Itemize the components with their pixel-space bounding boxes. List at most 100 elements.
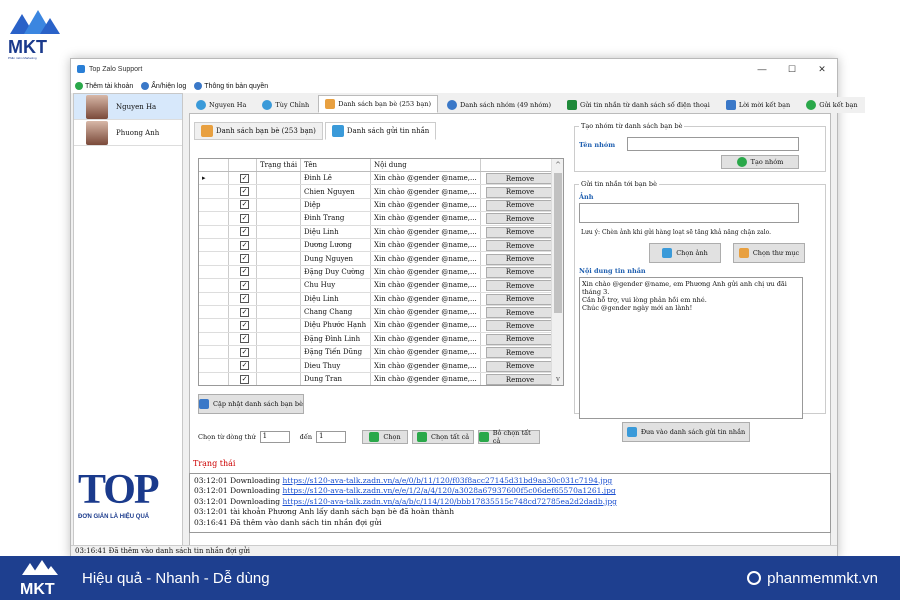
deselect-all-button[interactable]: Bỏ chọn tất cả: [478, 429, 541, 445]
checkbox[interactable]: ✓: [240, 173, 249, 183]
group-name-input[interactable]: [627, 137, 799, 151]
from-row-input[interactable]: 1: [259, 431, 290, 443]
update-friends-button[interactable]: Cập nhật danh sách bạn bè: [198, 394, 304, 414]
checkbox[interactable]: ✓: [240, 200, 249, 210]
row-checkbox-cell[interactable]: ✓: [229, 212, 257, 225]
tab-settings[interactable]: Tùy Chỉnh: [255, 97, 317, 113]
checkbox[interactable]: ✓: [240, 307, 249, 317]
remove-button[interactable]: Remove: [486, 253, 554, 265]
scroll-up-icon[interactable]: ^: [552, 159, 563, 171]
row-checkbox-cell[interactable]: ✓: [229, 319, 257, 332]
checkbox[interactable]: ✓: [240, 347, 249, 357]
row-checkbox-cell[interactable]: ✓: [229, 198, 257, 212]
table-row[interactable]: ✓ Diệp Xin chào @gender @name,... Remove: [199, 198, 563, 213]
remove-button[interactable]: Remove: [486, 266, 554, 278]
tab-account[interactable]: Nguyen Ha: [189, 97, 254, 113]
menu-add-account[interactable]: Thêm tài khoản: [75, 82, 133, 90]
table-row[interactable]: ✓ Chang Chang Xin chào @gender @name,... Re…: [199, 305, 563, 320]
checkbox[interactable]: ✓: [240, 294, 249, 304]
minimize-button[interactable]: —: [747, 64, 777, 75]
row-checkbox-cell[interactable]: ✓: [229, 292, 257, 305]
table-row[interactable]: ✓ Đặng Duy Cường Xin chào @gender @name,..…: [199, 265, 563, 280]
table-row[interactable]: ✓ Chien Nguyen Xin chào @gender @name,... R…: [199, 185, 563, 199]
menu-license-info[interactable]: Thông tin bản quyền: [194, 82, 268, 90]
account-item[interactable]: Phuong Anh: [74, 120, 182, 146]
checkbox[interactable]: ✓: [240, 374, 249, 384]
row-checkbox-cell[interactable]: ✓: [229, 225, 257, 238]
log-link[interactable]: https://s120-ava-talk.zadn.vn/a/a/b/c/11…: [282, 497, 616, 506]
remove-button[interactable]: Remove: [486, 347, 554, 359]
row-checkbox-cell[interactable]: ✓: [229, 265, 257, 279]
menu-toggle-log[interactable]: Ẩn/hiện log: [141, 82, 186, 90]
table-row[interactable]: ✓ Diệu Phước Hạnh Xin chào @gender @name,.…: [199, 319, 563, 333]
checkbox[interactable]: ✓: [240, 240, 249, 250]
remove-button[interactable]: Remove: [486, 293, 554, 305]
remove-button[interactable]: Remove: [486, 280, 554, 292]
remove-button[interactable]: Remove: [486, 374, 554, 385]
account-item[interactable]: Nguyen Ha: [74, 94, 182, 120]
table-row[interactable]: ✓ Dung Tran Xin chào @gender @name,... Remo…: [199, 372, 563, 385]
checkbox[interactable]: ✓: [240, 280, 249, 290]
tab-friend-list[interactable]: Danh sách bạn bè (253 bạn): [318, 95, 438, 113]
row-checkbox-cell[interactable]: ✓: [229, 305, 257, 319]
choose-image-button[interactable]: Chọn ảnh: [649, 243, 721, 263]
table-row[interactable]: ✓ Đinh Trang Xin chào @gender @name,... Rem…: [199, 212, 563, 226]
remove-button[interactable]: Remove: [486, 333, 554, 345]
footer-website[interactable]: phanmemmkt.vn: [747, 570, 878, 587]
tab-group-list[interactable]: Danh sách nhóm (49 nhóm): [440, 97, 559, 113]
checkbox[interactable]: ✓: [240, 213, 249, 223]
table-row[interactable]: ✓ Đặng Đình Linh Xin chào @gender @name,..…: [199, 332, 563, 347]
tab-phone-messages[interactable]: Gửi tin nhắn từ danh sách số điện thoại: [560, 97, 717, 113]
table-row[interactable]: ✓ Diệu Linh Xin chào @gender @name,... Remo…: [199, 292, 563, 306]
select-all-button[interactable]: Chọn tất cả: [412, 430, 475, 444]
to-row-input[interactable]: 1: [316, 431, 347, 443]
row-checkbox-cell[interactable]: ✓: [229, 185, 257, 198]
remove-button[interactable]: Remove: [486, 199, 554, 211]
subtab-send-list[interactable]: Danh sách gửi tin nhắn: [324, 122, 437, 140]
log-link[interactable]: https://s120-ava-talk.zadn.vn/a/e/0/b/11…: [282, 476, 612, 485]
table-row[interactable]: ✓ Dương Lương Xin chào @gender @name,... Re…: [199, 238, 563, 253]
remove-button[interactable]: Remove: [486, 186, 554, 198]
maximize-button[interactable]: ☐: [777, 64, 807, 75]
table-row[interactable]: ✓ Chu Huy Xin chào @gender @name,... Remove: [199, 279, 563, 293]
image-path-input[interactable]: [579, 203, 799, 223]
checkbox[interactable]: ✓: [240, 267, 249, 277]
remove-button[interactable]: Remove: [486, 320, 554, 332]
checkbox[interactable]: ✓: [240, 227, 249, 237]
add-to-send-list-button[interactable]: Đưa vào danh sách gửi tin nhắn: [622, 422, 750, 442]
table-row[interactable]: ✓ Đặng Tiến Dũng Xin chào @gender @name,..…: [199, 346, 563, 360]
row-checkbox-cell[interactable]: ✓: [229, 346, 257, 359]
tab-send-friend-request[interactable]: Gửi kết bạn: [799, 97, 865, 113]
remove-button[interactable]: Remove: [486, 240, 554, 252]
checkbox[interactable]: ✓: [240, 334, 249, 344]
scroll-thumb[interactable]: [554, 173, 562, 313]
scroll-down-icon[interactable]: v: [552, 373, 563, 385]
select-button[interactable]: Chọn: [362, 430, 409, 444]
checkbox[interactable]: ✓: [240, 320, 249, 330]
row-checkbox-cell[interactable]: ✓: [229, 252, 257, 265]
checkbox[interactable]: ✓: [240, 254, 249, 264]
table-row[interactable]: ▸ ✓ Đinh Lê Xin chào @gender @name,... Remov…: [199, 172, 563, 186]
row-checkbox-cell[interactable]: ✓: [229, 359, 257, 372]
remove-button[interactable]: Remove: [486, 307, 554, 319]
row-checkbox-cell[interactable]: ✓: [229, 372, 257, 385]
row-checkbox-cell[interactable]: ✓: [229, 279, 257, 292]
grid-scrollbar[interactable]: ^ v: [551, 159, 563, 385]
message-content-textarea[interactable]: Xin chào @gender @name, em Phương Anh gử…: [579, 277, 803, 419]
checkbox[interactable]: ✓: [240, 361, 249, 371]
remove-button[interactable]: Remove: [486, 226, 554, 238]
table-row[interactable]: ✓ Dung Nguyen Xin chào @gender @name,... Re…: [199, 252, 563, 266]
create-group-button[interactable]: Tạo nhóm: [721, 155, 799, 169]
row-checkbox-cell[interactable]: ✓: [229, 172, 257, 185]
close-button[interactable]: ✕: [807, 64, 837, 75]
remove-button[interactable]: Remove: [486, 213, 554, 225]
remove-button[interactable]: Remove: [486, 360, 554, 372]
row-checkbox-cell[interactable]: ✓: [229, 332, 257, 346]
row-checkbox-cell[interactable]: ✓: [229, 238, 257, 252]
subtab-friend-list[interactable]: Danh sách bạn bè (253 bạn): [194, 122, 323, 140]
table-row[interactable]: ✓ Diệu Linh Xin chào @gender @name,... Remo…: [199, 225, 563, 239]
checkbox[interactable]: ✓: [240, 187, 249, 197]
remove-button[interactable]: Remove: [486, 173, 554, 185]
tab-friend-invites[interactable]: Lời mời kết bạn: [718, 97, 798, 113]
choose-folder-button[interactable]: Chọn thư mục: [733, 243, 805, 263]
